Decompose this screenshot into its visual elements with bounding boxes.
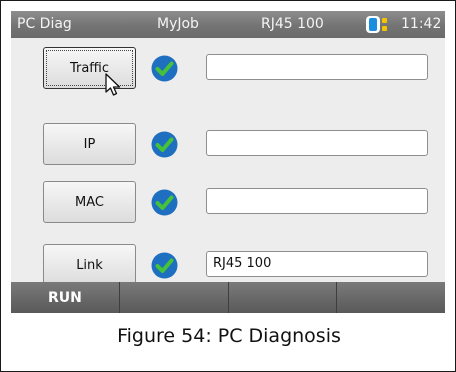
test-row-traffic: Traffic bbox=[11, 47, 445, 91]
app-title: PC Diag bbox=[17, 16, 72, 32]
checkmark-icon bbox=[151, 131, 178, 158]
test-list: Traffic IP MAC Link RJ45 100 bbox=[11, 38, 445, 286]
checkmark-icon bbox=[151, 55, 178, 82]
mac-result-field bbox=[206, 188, 428, 214]
job-name: MyJob bbox=[157, 16, 199, 32]
checkmark-icon bbox=[151, 252, 178, 279]
link-result-field: RJ45 100 bbox=[206, 251, 428, 277]
status-bar: PC Diag MyJob RJ45 100 11:42 bbox=[11, 11, 445, 38]
softkey-2[interactable] bbox=[120, 282, 229, 313]
ip-test-button[interactable]: IP bbox=[43, 123, 136, 165]
link-test-button[interactable]: Link bbox=[43, 244, 136, 286]
traffic-test-button[interactable]: Traffic bbox=[43, 47, 136, 89]
ip-result-field bbox=[206, 130, 428, 156]
figure-frame: PC Diag MyJob RJ45 100 11:42 Traffic IP … bbox=[0, 0, 456, 372]
device-screen: PC Diag MyJob RJ45 100 11:42 Traffic IP … bbox=[11, 11, 445, 313]
softkey-bar: RUN bbox=[11, 282, 445, 313]
checkmark-icon bbox=[151, 189, 178, 216]
figure-caption: Figure 54: PC Diagnosis bbox=[117, 325, 341, 347]
test-row-mac: MAC bbox=[11, 181, 445, 225]
test-row-ip: IP bbox=[11, 123, 445, 167]
mac-test-button[interactable]: MAC bbox=[43, 181, 136, 223]
port-status: RJ45 100 bbox=[261, 16, 324, 32]
traffic-result-field bbox=[206, 54, 428, 80]
clock: 11:42 bbox=[401, 16, 442, 32]
softkey-3[interactable] bbox=[229, 282, 338, 313]
battery-icon bbox=[366, 16, 387, 33]
mouse-pointer-icon bbox=[105, 73, 121, 96]
run-softkey[interactable]: RUN bbox=[11, 282, 120, 313]
softkey-4[interactable] bbox=[337, 282, 445, 313]
